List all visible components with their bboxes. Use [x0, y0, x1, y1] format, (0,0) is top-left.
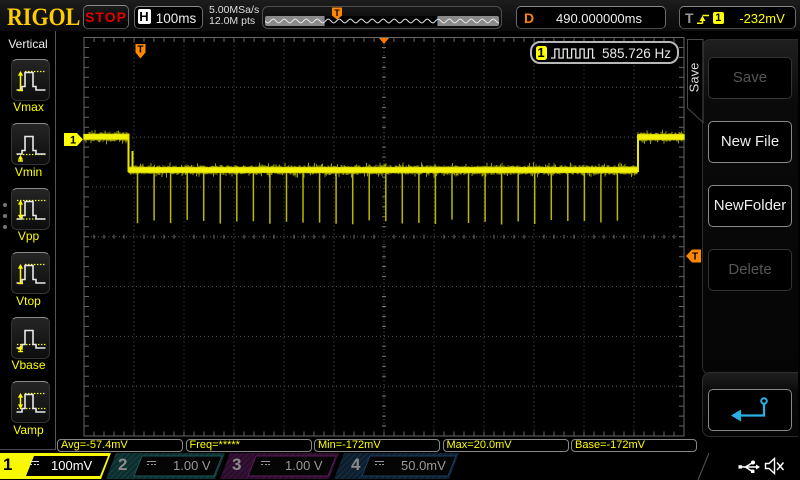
svg-text:T: T — [334, 8, 340, 18]
svg-text:T: T — [692, 252, 698, 263]
svg-text:1: 1 — [70, 135, 76, 147]
svg-text:T: T — [137, 44, 143, 55]
